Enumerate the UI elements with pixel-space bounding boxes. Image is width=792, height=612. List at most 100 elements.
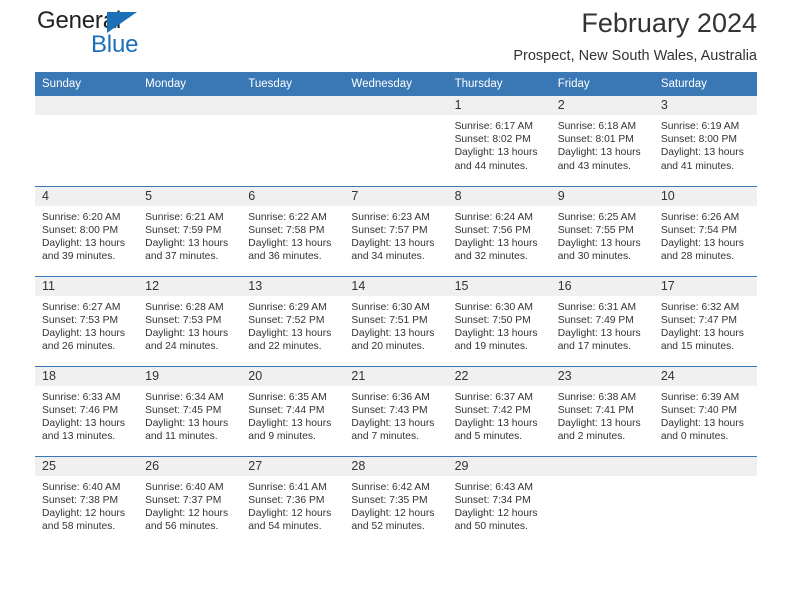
day-number: [653, 456, 757, 476]
calendar-day-cell[interactable]: 2 Sunrise: 6:18 AM Sunset: 8:01 PM Daylight…: [550, 96, 654, 186]
calendar-week-row: 11 Sunrise: 6:27 AM Sunset: 7:53 PM Dayligh…: [35, 275, 757, 366]
calendar-day-cell[interactable]: 9 Sunrise: 6:25 AM Sunset: 7:55 PM Daylight…: [550, 185, 654, 276]
calendar-day-cell[interactable]: 14 Sunrise: 6:30 AM Sunset: 7:51 PM Dayligh…: [344, 275, 448, 366]
calendar-day-cell[interactable]: 17 Sunrise: 6:32 AM Sunset: 7:47 PM Dayligh…: [653, 275, 757, 366]
daylight-text: Daylight: 12 hours and 56 minutes.: [145, 507, 229, 533]
calendar-day-cell[interactable]: 19 Sunrise: 6:34 AM Sunset: 7:45 PM Dayligh…: [138, 365, 242, 456]
day-number: [241, 96, 345, 115]
sunset-text: Sunset: 7:38 PM: [42, 494, 119, 506]
sunset-text: Sunset: 7:46 PM: [42, 404, 119, 416]
calendar-day-cell[interactable]: 26 Sunrise: 6:40 AM Sunset: 7:37 PM Dayligh…: [138, 455, 242, 547]
day-number: 21: [344, 366, 448, 386]
day-sun-info: Sunrise: 6:25 AM Sunset: 7:55 PM Daylight:…: [551, 206, 654, 264]
daylight-text: Daylight: 13 hours and 17 minutes.: [557, 327, 641, 353]
calendar-day-cell[interactable]: 27 Sunrise: 6:41 AM Sunset: 7:36 PM Dayligh…: [241, 455, 345, 547]
calendar-day-cell-empty: [550, 455, 654, 547]
weekday-header-friday: Friday: [550, 72, 654, 96]
daylight-text: Daylight: 13 hours and 24 minutes.: [145, 327, 229, 353]
calendar-day-cell[interactable]: 16 Sunrise: 6:31 AM Sunset: 7:49 PM Dayligh…: [550, 275, 654, 366]
day-cell-content: 18 Sunrise: 6:33 AM Sunset: 7:46 PM Dayligh…: [35, 366, 139, 456]
day-cell-content: 26 Sunrise: 6:40 AM Sunset: 7:37 PM Dayligh…: [138, 456, 242, 547]
day-cell-content: 29 Sunrise: 6:43 AM Sunset: 7:34 PM Dayligh…: [447, 456, 551, 547]
calendar-day-cell[interactable]: 25 Sunrise: 6:40 AM Sunset: 7:38 PM Dayligh…: [35, 455, 139, 546]
day-sun-info: Sunrise: 6:37 AM Sunset: 7:42 PM Daylight:…: [448, 386, 551, 444]
calendar-day-cell[interactable]: 22 Sunrise: 6:37 AM Sunset: 7:42 PM Dayligh…: [447, 365, 551, 456]
calendar-week-row: 4 Sunrise: 6:20 AM Sunset: 8:00 PM Daylight…: [35, 185, 757, 276]
sunrise-text: Sunrise: 6:33 AM: [42, 391, 121, 403]
day-sun-info: Sunrise: 6:40 AM Sunset: 7:37 PM Daylight:…: [138, 476, 241, 534]
daylight-text: Daylight: 13 hours and 13 minutes.: [42, 417, 125, 443]
day-sun-info: Sunrise: 6:35 AM Sunset: 7:44 PM Daylight:…: [241, 386, 344, 444]
day-cell-content: 7 Sunrise: 6:23 AM Sunset: 7:57 PM Daylight…: [344, 186, 448, 276]
calendar-day-cell[interactable]: 7 Sunrise: 6:23 AM Sunset: 7:57 PM Daylight…: [344, 185, 448, 276]
day-number: 23: [550, 366, 654, 386]
day-cell-content: 24 Sunrise: 6:39 AM Sunset: 7:40 PM Dayligh…: [653, 366, 757, 456]
calendar-day-cell[interactable]: 8 Sunrise: 6:24 AM Sunset: 7:56 PM Daylight…: [447, 185, 551, 276]
calendar-day-cell[interactable]: 24 Sunrise: 6:39 AM Sunset: 7:40 PM Dayligh…: [653, 365, 757, 456]
daylight-text: Daylight: 13 hours and 43 minutes.: [557, 147, 641, 172]
day-number: 11: [35, 276, 139, 296]
day-cell-content: [344, 96, 448, 186]
calendar-day-cell[interactable]: 18 Sunrise: 6:33 AM Sunset: 7:46 PM Dayligh…: [35, 365, 139, 456]
calendar-day-cell[interactable]: 21 Sunrise: 6:36 AM Sunset: 7:43 PM Dayligh…: [344, 365, 448, 456]
day-sun-info: Sunrise: 6:41 AM Sunset: 7:36 PM Daylight:…: [241, 476, 344, 534]
calendar-day-cell[interactable]: 4 Sunrise: 6:20 AM Sunset: 8:00 PM Daylight…: [35, 185, 139, 276]
daylight-text: Daylight: 13 hours and 32 minutes.: [454, 237, 538, 263]
sunset-text: Sunset: 7:44 PM: [248, 404, 325, 416]
calendar-day-cell[interactable]: 29 Sunrise: 6:43 AM Sunset: 7:34 PM Dayligh…: [447, 455, 551, 547]
daylight-text: Daylight: 13 hours and 11 minutes.: [145, 417, 229, 443]
daylight-text: Daylight: 13 hours and 34 minutes.: [351, 237, 435, 263]
calendar-day-cell[interactable]: 13 Sunrise: 6:29 AM Sunset: 7:52 PM Dayligh…: [241, 275, 345, 366]
day-cell-content: 1 Sunrise: 6:17 AM Sunset: 8:02 PM Daylight…: [447, 96, 551, 186]
day-number: 26: [138, 456, 242, 476]
calendar-day-cell[interactable]: 15 Sunrise: 6:30 AM Sunset: 7:50 PM Dayligh…: [447, 275, 551, 366]
calendar-day-cell[interactable]: 11 Sunrise: 6:27 AM Sunset: 7:53 PM Dayligh…: [35, 275, 139, 366]
day-cell-content: [138, 96, 242, 186]
calendar-week-row: 25 Sunrise: 6:40 AM Sunset: 7:38 PM Dayligh…: [35, 455, 757, 547]
day-sun-info: Sunrise: 6:19 AM Sunset: 8:00 PM Daylight:…: [654, 115, 757, 173]
day-number: 12: [138, 276, 242, 296]
day-sun-info: Sunrise: 6:27 AM Sunset: 7:53 PM Daylight:…: [35, 296, 138, 354]
calendar-day-cell[interactable]: 5 Sunrise: 6:21 AM Sunset: 7:59 PM Daylight…: [138, 185, 242, 276]
page-title: February 2024: [581, 8, 757, 38]
calendar-day-cell[interactable]: 10 Sunrise: 6:26 AM Sunset: 7:54 PM Dayligh…: [653, 185, 757, 276]
day-cell-content: 8 Sunrise: 6:24 AM Sunset: 7:56 PM Daylight…: [447, 186, 551, 276]
day-number: 29: [447, 456, 551, 476]
calendar-day-cell[interactable]: 20 Sunrise: 6:35 AM Sunset: 7:44 PM Dayligh…: [241, 365, 345, 456]
day-cell-content: 14 Sunrise: 6:30 AM Sunset: 7:51 PM Dayligh…: [344, 276, 448, 366]
sunrise-text: Sunrise: 6:29 AM: [248, 301, 327, 313]
sunset-text: Sunset: 7:37 PM: [145, 494, 222, 506]
day-cell-content: 16 Sunrise: 6:31 AM Sunset: 7:49 PM Dayligh…: [550, 276, 654, 366]
calendar-day-cell-empty: [35, 96, 139, 186]
calendar-day-cell[interactable]: 28 Sunrise: 6:42 AM Sunset: 7:35 PM Dayligh…: [344, 455, 448, 546]
day-number: 7: [344, 186, 448, 206]
sunset-text: Sunset: 7:59 PM: [145, 224, 222, 236]
sunrise-text: Sunrise: 6:32 AM: [660, 301, 740, 313]
day-number: 10: [653, 186, 757, 206]
day-cell-content: 19 Sunrise: 6:34 AM Sunset: 7:45 PM Dayligh…: [138, 366, 242, 456]
day-cell-content: [35, 96, 139, 186]
day-number: 18: [35, 366, 139, 386]
day-sun-info: Sunrise: 6:38 AM Sunset: 7:41 PM Daylight:…: [551, 386, 654, 444]
day-number: 4: [35, 186, 139, 206]
day-cell-content: [550, 456, 654, 547]
day-cell-content: 22 Sunrise: 6:37 AM Sunset: 7:42 PM Dayligh…: [447, 366, 551, 456]
day-sun-info: Sunrise: 6:18 AM Sunset: 8:01 PM Daylight:…: [551, 115, 654, 173]
sunset-text: Sunset: 7:51 PM: [351, 314, 428, 326]
day-number: [344, 96, 448, 115]
daylight-text: Daylight: 13 hours and 9 minutes.: [248, 417, 332, 443]
calendar-day-cell[interactable]: 3 Sunrise: 6:19 AM Sunset: 8:00 PM Daylight…: [653, 96, 757, 186]
calendar-day-cell[interactable]: 6 Sunrise: 6:22 AM Sunset: 7:58 PM Daylight…: [241, 185, 345, 276]
daylight-text: Daylight: 13 hours and 28 minutes.: [660, 237, 744, 263]
day-number: 13: [241, 276, 345, 296]
day-number: 9: [550, 186, 654, 206]
calendar-day-cell[interactable]: 23 Sunrise: 6:38 AM Sunset: 7:41 PM Dayligh…: [550, 365, 654, 456]
calendar-day-cell[interactable]: 12 Sunrise: 6:28 AM Sunset: 7:53 PM Dayligh…: [138, 275, 242, 366]
sunrise-text: Sunrise: 6:28 AM: [145, 301, 224, 313]
sunset-text: Sunset: 8:00 PM: [42, 224, 119, 236]
day-cell-content: [653, 456, 757, 547]
day-cell-content: 27 Sunrise: 6:41 AM Sunset: 7:36 PM Dayligh…: [241, 456, 345, 547]
calendar-day-cell[interactable]: 1 Sunrise: 6:17 AM Sunset: 8:02 PM Daylight…: [447, 96, 551, 186]
sunrise-text: Sunrise: 6:38 AM: [557, 391, 637, 403]
logo-text-blue: Blue: [91, 31, 139, 58]
